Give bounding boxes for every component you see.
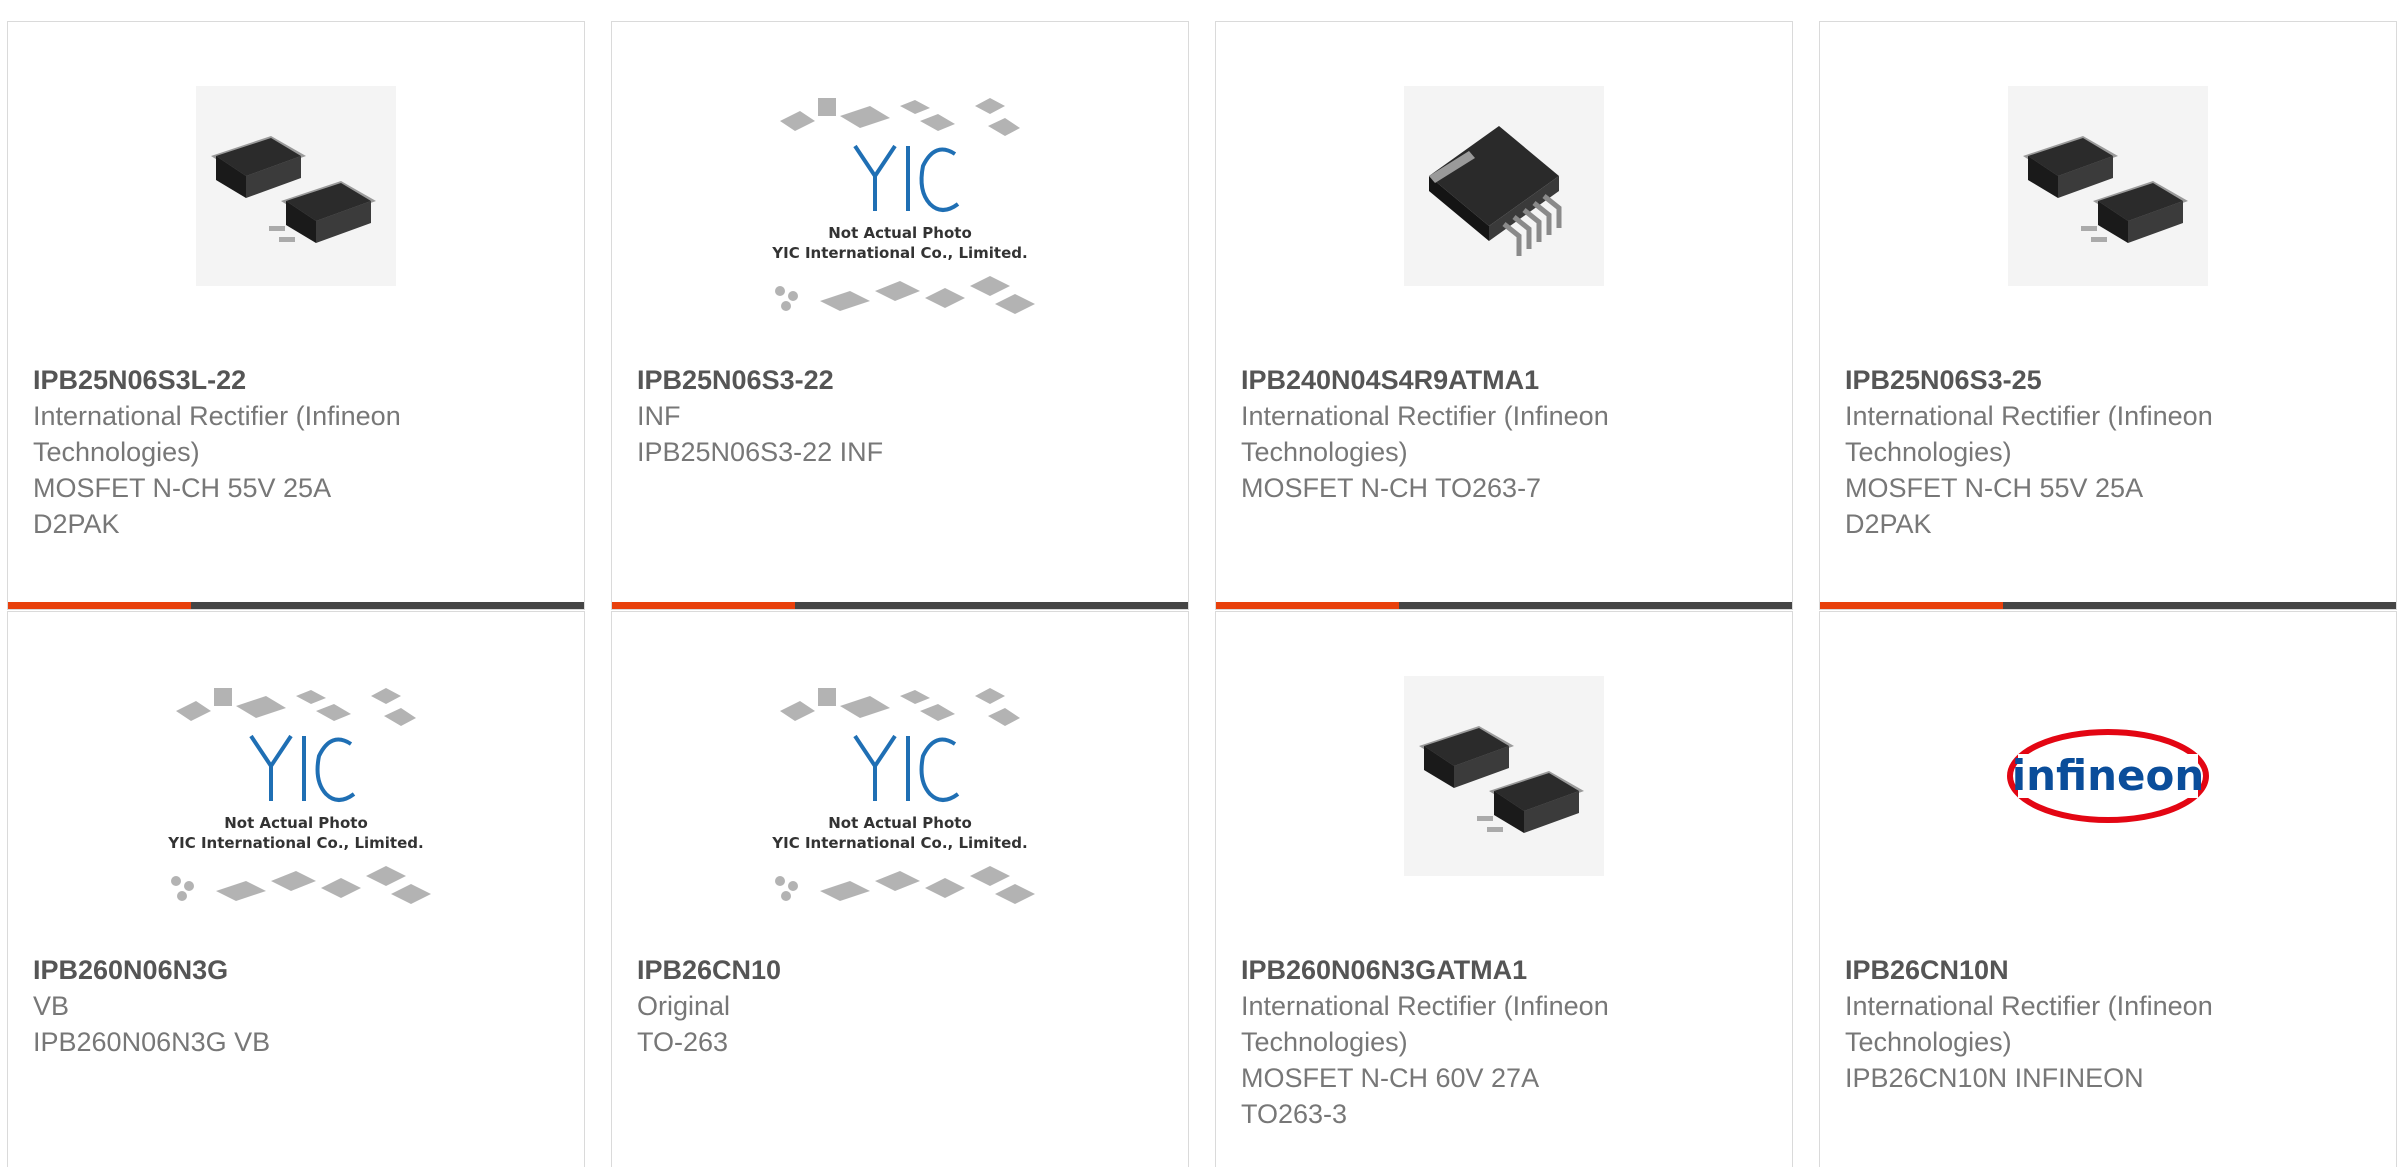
product-thumbnail[interactable] (8, 86, 584, 316)
product-card[interactable]: IPB25N06S3L-22 International Rectifier (… (7, 21, 585, 610)
part-number[interactable]: IPB25N06S3-22 (637, 362, 1027, 398)
product-info: IPB26CN10 Original TO-263 (637, 952, 1027, 1060)
description: TO-263 (637, 1027, 729, 1057)
d2pak-icon (1419, 726, 1584, 833)
card-accent-bar (612, 602, 795, 609)
product-info: IPB240N04S4R9ATMA1 International Rectifi… (1241, 362, 1631, 506)
manufacturer: International Rectifier (Infineon Techno… (1845, 401, 2213, 467)
placeholder-caption-line1: Not Actual Photo (828, 224, 972, 242)
manufacturer: Original (637, 991, 731, 1021)
product-thumbnail[interactable] (1820, 86, 2396, 316)
description: IPB25N06S3-22 INF (637, 437, 884, 467)
product-thumbnail[interactable] (1216, 86, 1792, 316)
product-info: IPB260N06N3GATMA1 International Rectifie… (1241, 952, 1631, 1132)
description: MOSFET N-CH 60V 27A TO263-3 (1241, 1063, 1538, 1129)
manufacturer: VB (33, 991, 70, 1021)
product-thumbnail[interactable]: infineon (1820, 676, 2396, 906)
part-number[interactable]: IPB240N04S4R9ATMA1 (1241, 362, 1631, 398)
to263-7-icon (1429, 126, 1562, 256)
card-accent-bar (8, 602, 191, 609)
product-info: IPB25N06S3-25 International Rectifier (I… (1845, 362, 2235, 542)
placeholder-caption-line2: YIC International Co., Limited. (771, 834, 1027, 852)
product-image (196, 86, 396, 286)
part-number[interactable]: IPB26CN10N (1845, 952, 2235, 988)
product-image (2008, 86, 2208, 286)
product-info: IPB260N06N3G VB IPB260N06N3G VB (33, 952, 423, 1060)
description: MOSFET N-CH 55V 25A D2PAK (1845, 473, 2142, 539)
product-thumbnail[interactable]: Not Actual Photo YIC International Co., … (612, 86, 1188, 316)
card-accent-bar (1820, 602, 2003, 609)
manufacturer: International Rectifier (Infineon Techno… (1241, 991, 1609, 1057)
product-card[interactable]: IPB260N06N3GATMA1 International Rectifie… (1215, 611, 1793, 1167)
card-bottom-bar (612, 602, 1188, 609)
infineon-logo-icon: infineon (2007, 729, 2209, 823)
placeholder-caption-line2: YIC International Co., Limited. (771, 244, 1027, 262)
infineon-logo-text: infineon (2012, 751, 2205, 800)
yic-placeholder-icon: Not Actual Photo YIC International Co., … (167, 688, 431, 904)
product-card[interactable]: IPB240N04S4R9ATMA1 International Rectifi… (1215, 21, 1793, 610)
product-info: IPB25N06S3-22 INF IPB25N06S3-22 INF (637, 362, 1027, 470)
part-number[interactable]: IPB260N06N3G (33, 952, 423, 988)
description: IPB26CN10N INFINEON (1845, 1063, 2144, 1093)
part-number[interactable]: IPB25N06S3-25 (1845, 362, 2235, 398)
placeholder-caption-line1: Not Actual Photo (224, 814, 368, 832)
product-grid: IPB25N06S3L-22 International Rectifier (… (0, 0, 2400, 1167)
product-info: IPB25N06S3L-22 International Rectifier (… (33, 362, 423, 542)
product-card[interactable]: Not Actual Photo YIC International Co., … (611, 611, 1189, 1167)
part-number[interactable]: IPB26CN10 (637, 952, 1027, 988)
card-accent-bar (1216, 602, 1399, 609)
description: MOSFET N-CH TO263-7 (1241, 473, 1542, 503)
description: IPB260N06N3G VB (33, 1027, 271, 1057)
card-bottom-bar (1216, 602, 1792, 609)
manufacturer: International Rectifier (Infineon Techno… (33, 401, 401, 467)
product-thumbnail[interactable] (1216, 676, 1792, 906)
part-number[interactable]: IPB25N06S3L-22 (33, 362, 423, 398)
d2pak-icon (2023, 136, 2188, 243)
yic-placeholder-icon: Not Actual Photo YIC International Co., … (771, 98, 1035, 314)
product-card[interactable]: Not Actual Photo YIC International Co., … (7, 611, 585, 1167)
card-bottom-bar (1820, 602, 2396, 609)
d2pak-icon (211, 136, 376, 243)
product-thumbnail[interactable]: Not Actual Photo YIC International Co., … (612, 676, 1188, 906)
placeholder-caption-line2: YIC International Co., Limited. (167, 834, 423, 852)
yic-placeholder-icon: Not Actual Photo YIC International Co., … (771, 688, 1035, 904)
product-image (1404, 676, 1604, 876)
product-thumbnail[interactable]: Not Actual Photo YIC International Co., … (8, 676, 584, 906)
product-image (1404, 86, 1604, 286)
product-card[interactable]: Not Actual Photo YIC International Co., … (611, 21, 1189, 610)
description: MOSFET N-CH 55V 25A D2PAK (33, 473, 330, 539)
part-number[interactable]: IPB260N06N3GATMA1 (1241, 952, 1631, 988)
manufacturer: International Rectifier (Infineon Techno… (1845, 991, 2213, 1057)
placeholder-caption-line1: Not Actual Photo (828, 814, 972, 832)
manufacturer: INF (637, 401, 681, 431)
product-info: IPB26CN10N International Rectifier (Infi… (1845, 952, 2235, 1096)
product-card[interactable]: IPB25N06S3-25 International Rectifier (I… (1819, 21, 2397, 610)
card-bottom-bar (8, 602, 584, 609)
manufacturer: International Rectifier (Infineon Techno… (1241, 401, 1609, 467)
product-card[interactable]: infineon IPB26CN10N International Rectif… (1819, 611, 2397, 1167)
